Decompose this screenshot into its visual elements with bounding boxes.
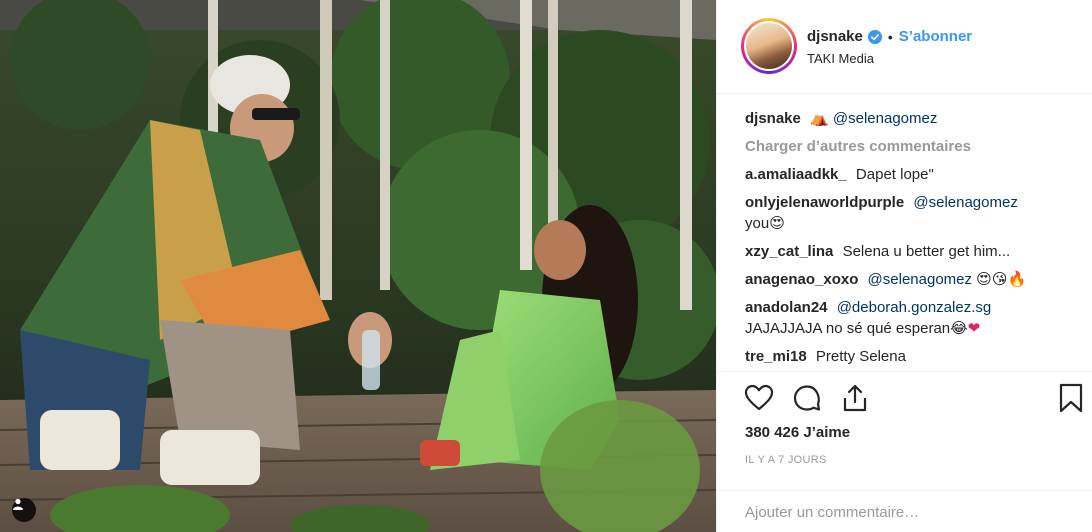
comments-list[interactable]: djsnake ⛺ @selenagomez Charger d’autres …	[745, 108, 1085, 370]
avatar[interactable]	[741, 18, 797, 74]
photo-illustration	[0, 0, 716, 532]
fire-emoji: 🔥	[1007, 271, 1027, 288]
follow-button[interactable]: S’abonner	[899, 28, 972, 45]
comment-item: anadolan24 @deborah.gonzalez.sg JAJAJJAJ…	[745, 297, 1085, 339]
separator-dot: •	[887, 28, 893, 45]
post-photo[interactable]	[0, 0, 716, 532]
comment-item: tre_mi18 Pretty Selena	[745, 346, 1085, 367]
add-comment-bar	[717, 490, 1092, 532]
caption-username[interactable]: djsnake	[745, 110, 801, 127]
comment-text: Dapet lope"	[855, 166, 934, 183]
comment-item: a.amaliaadkk_ Dapet lope"	[745, 164, 1085, 185]
comment-mention[interactable]: @selenagomez	[868, 271, 972, 288]
comment-username[interactable]: onlyjelenaworldpurple	[745, 194, 904, 211]
tag-people-button[interactable]	[12, 498, 36, 522]
heart-eyes-emoji: 😍	[769, 215, 785, 232]
header-username[interactable]: djsnake	[807, 28, 863, 45]
location-link[interactable]: TAKI Media	[807, 51, 874, 66]
likes-count[interactable]: 380 426 J’aime	[745, 424, 850, 441]
add-comment-input[interactable]	[745, 501, 1065, 523]
verified-icon	[867, 29, 882, 44]
comment-item: xzy_cat_lina Selena u better get him...	[745, 241, 1085, 262]
bookmark-icon[interactable]	[1057, 382, 1085, 414]
comment-item: onlyjelenaworldpurple @selenagomez you😍	[745, 192, 1085, 234]
post-timestamp[interactable]: IL Y A 7 JOURS	[745, 454, 827, 466]
post-header: djsnake • S’abonner TAKI Media	[717, 0, 1092, 94]
avatar-image	[746, 23, 792, 69]
caption: djsnake ⛺ @selenagomez	[745, 108, 1085, 129]
load-more-comments-button[interactable]: Charger d’autres commentaires	[745, 136, 1085, 157]
comment-username[interactable]: tre_mi18	[745, 348, 807, 365]
comment-username[interactable]: anadolan24	[745, 299, 828, 316]
user-line: djsnake • S’abonner	[807, 28, 972, 45]
comment-text: you	[745, 215, 770, 232]
comment-item: anagenao_xoxo @selenagomez 😍😘🔥	[745, 269, 1085, 290]
comment-username[interactable]: a.amaliaadkk_	[745, 166, 847, 183]
comment-icon[interactable]	[791, 382, 823, 414]
caption-mention[interactable]: @selenagomez	[833, 110, 937, 127]
post-actions: 380 426 J’aime IL Y A 7 JOURS	[717, 371, 1092, 531]
comment-mention[interactable]: @deborah.gonzalez.sg	[837, 299, 992, 316]
heart-icon[interactable]	[743, 382, 775, 414]
comment-text: Pretty Selena	[815, 348, 906, 365]
comment-text: Selena u better get him...	[842, 243, 1011, 260]
comment-username[interactable]: anagenao_xoxo	[745, 271, 858, 288]
post-sidebar: djsnake • S’abonner TAKI Media djsnake ⛺…	[716, 0, 1092, 532]
tag-people-icon	[13, 498, 23, 510]
kiss-emoji: 😘	[991, 271, 1008, 288]
comment-username[interactable]: xzy_cat_lina	[745, 243, 833, 260]
comment-text: JAJAJJAJA no sé qué esperan	[745, 320, 951, 337]
tent-emoji: ⛺	[810, 110, 829, 127]
red-heart-emoji: ❤	[967, 320, 981, 337]
laughing-emoji: 😂	[950, 320, 968, 337]
share-icon[interactable]	[839, 382, 871, 414]
heart-eyes-emoji: 😍	[976, 271, 992, 288]
comment-mention[interactable]: @selenagomez	[913, 194, 1017, 211]
